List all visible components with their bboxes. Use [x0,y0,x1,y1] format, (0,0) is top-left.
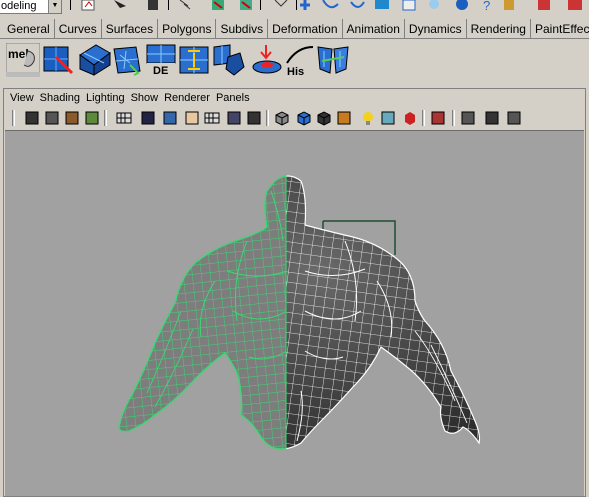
panel-menu-panels[interactable]: Panels [213,89,253,107]
shelf-tab-rendering[interactable]: Rendering [467,19,531,38]
chevron-down-icon[interactable]: ▼ [48,0,61,13]
grid-icon[interactable] [116,110,132,126]
wedge-faces-icon[interactable] [212,43,246,77]
wireframe-on-shaded-icon[interactable] [484,110,500,126]
mel-label: mel [8,47,29,61]
safe-title-icon[interactable] [246,110,262,126]
image-plane-icon[interactable] [84,110,100,126]
shelf-tab-polygons[interactable]: Polygons [158,19,217,38]
shelf-tab-surfaces[interactable]: Surfaces [102,19,159,38]
panel-menu-shading[interactable]: Shading [37,89,83,107]
delete-edge-icon[interactable]: DE [145,43,179,77]
shelf-tab-curves[interactable]: Curves [55,19,102,38]
svg-text:?: ? [483,0,490,13]
mel-script-icon[interactable]: mel [6,43,40,77]
history-label: His [287,66,304,77]
texture-icon[interactable] [336,110,352,126]
bookmark-icon[interactable] [64,110,80,126]
menu-set-value: odeling [1,0,37,12]
shelf: mel DE His [0,40,589,82]
camera-attr-icon[interactable] [44,110,60,126]
field-chart-icon[interactable] [204,110,220,126]
shelf-tab-dynamics[interactable]: Dynamics [405,19,467,38]
panel-menu-renderer[interactable]: Renderer [161,89,213,107]
sculpt-brush-icon[interactable] [250,43,284,77]
shelf-tab-painteffects[interactable]: PaintEffects [531,19,589,38]
mirror-geometry-icon[interactable] [316,43,350,77]
toolbar-separator [422,110,425,126]
isolate-select-icon[interactable] [430,110,446,126]
status-line: odeling ▼ ? [0,0,589,18]
safe-action-icon[interactable] [226,110,242,126]
camera-icon[interactable] [24,110,40,126]
status-line-icons[interactable]: ? [68,0,588,14]
gate-mask-icon[interactable] [184,110,200,126]
shelf-tab-animation[interactable]: Animation [343,19,405,38]
panel-toolbar [4,108,585,128]
insert-edge-loop-icon[interactable] [178,43,212,77]
flat-shade-icon[interactable] [316,110,332,126]
smooth-mesh-icon[interactable] [110,43,144,77]
panel-menu-show[interactable]: Show [128,89,162,107]
toolbar-separator [12,110,15,126]
toolbar-separator [104,110,107,126]
xray-joints-icon[interactable] [506,110,522,126]
panel-menu-lighting[interactable]: Lighting [83,89,128,107]
wireframe-icon[interactable] [274,110,290,126]
torso-mesh[interactable] [5,131,584,496]
shelf-tab-deformation[interactable]: Deformation [268,19,343,38]
shelf-tab-general[interactable]: General [0,19,55,38]
toolbar-separator [266,110,269,126]
model-panel: View Shading Lighting Show Renderer Panels [3,88,586,497]
subdiv-proxy-icon[interactable] [42,43,76,77]
resolution-gate-icon[interactable] [162,110,178,126]
high-quality-icon[interactable] [402,110,418,126]
viewport[interactable] [5,130,584,496]
film-gate-icon[interactable] [140,110,156,126]
xray-icon[interactable] [460,110,476,126]
menu-set-select[interactable]: odeling ▼ [0,0,62,14]
shadows-icon[interactable] [380,110,396,126]
delete-edge-label: DE [153,65,168,77]
shelf-tabs: General Curves Surfaces Polygons Subdivs Defo… [0,19,589,39]
lights-icon[interactable] [360,110,376,126]
split-polygon-icon[interactable] [78,43,112,77]
history-icon[interactable]: His [283,43,317,77]
panel-menu-view[interactable]: View [4,89,37,107]
shelf-tab-subdivs[interactable]: Subdivs [216,19,269,38]
smooth-shade-icon[interactable] [296,110,312,126]
toolbar-separator [452,110,455,126]
panel-menu-bar: View Shading Lighting Show Renderer Panels [4,89,585,107]
